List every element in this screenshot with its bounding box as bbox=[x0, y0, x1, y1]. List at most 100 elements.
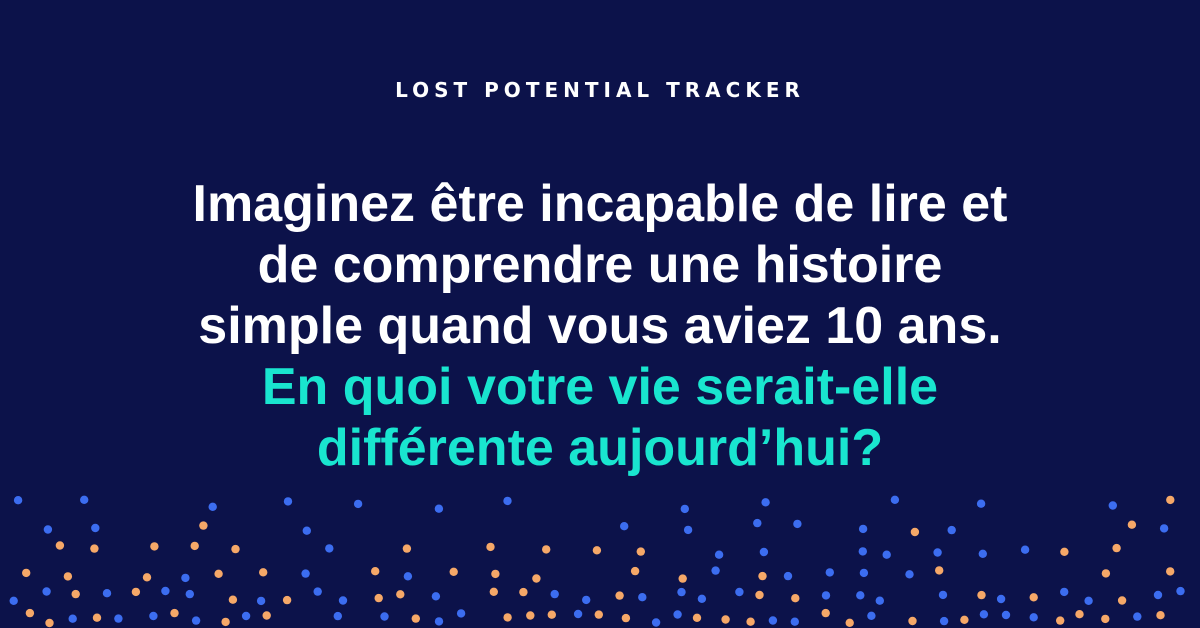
decorative-dot bbox=[761, 498, 770, 507]
decorative-dot bbox=[456, 609, 466, 618]
social-card: LOST POTENTIAL TRACKER Imaginez être inc… bbox=[0, 0, 1200, 628]
decorative-dot bbox=[301, 569, 310, 578]
decorative-dot bbox=[282, 595, 292, 605]
decorative-dot bbox=[214, 569, 223, 578]
decorative-dot bbox=[1127, 520, 1137, 529]
decorative-dot bbox=[651, 618, 661, 627]
decorative-dot bbox=[753, 518, 762, 528]
decorative-dot bbox=[25, 608, 35, 618]
decorative-dot bbox=[905, 570, 914, 579]
decorative-dot bbox=[615, 591, 624, 600]
decorative-dot bbox=[45, 618, 54, 628]
decorative-dot bbox=[673, 610, 682, 619]
decorative-dot bbox=[1117, 596, 1127, 605]
decorative-dot bbox=[338, 596, 348, 605]
decorative-dot bbox=[149, 611, 158, 621]
decorative-dot bbox=[402, 544, 412, 553]
decorative-dot bbox=[793, 519, 802, 529]
decorative-dot bbox=[396, 590, 405, 599]
decorative-dot bbox=[933, 548, 942, 557]
decorative-dot bbox=[746, 617, 755, 626]
decorative-dot bbox=[150, 542, 159, 551]
decorative-dot bbox=[380, 612, 389, 621]
decorative-dot bbox=[825, 568, 834, 577]
decorative-dot bbox=[42, 587, 51, 596]
decorative-dot bbox=[858, 547, 867, 556]
decorative-dot bbox=[856, 591, 865, 600]
decorative-dot bbox=[979, 610, 989, 619]
decorative-dot bbox=[199, 521, 208, 530]
decorative-dot bbox=[977, 590, 986, 600]
decorative-dot bbox=[403, 572, 413, 581]
decorative-dot bbox=[859, 568, 869, 578]
decorative-dot bbox=[678, 574, 687, 583]
decorative-dot bbox=[1056, 616, 1065, 625]
decorative-dot bbox=[503, 496, 512, 506]
decorative-dot bbox=[80, 495, 89, 504]
decorative-dot bbox=[241, 611, 251, 621]
decorative-dot bbox=[131, 587, 141, 597]
headline-line-2: de comprendre une histoire bbox=[257, 236, 943, 294]
decorative-dot bbox=[302, 526, 311, 535]
decorative-dot bbox=[231, 544, 240, 554]
decorative-dot bbox=[697, 594, 707, 603]
decorative-dot bbox=[259, 568, 268, 577]
decorative-dot bbox=[374, 593, 383, 603]
decorative-dot bbox=[759, 547, 769, 557]
decorative-dot bbox=[620, 522, 629, 531]
decorative-dot bbox=[1108, 501, 1118, 510]
decorative-dot bbox=[680, 504, 689, 514]
decorative-dot bbox=[755, 590, 764, 600]
headline-line-1: Imaginez être incapable de lire et bbox=[192, 175, 1008, 233]
decorative-dot bbox=[185, 589, 194, 599]
decorative-dot bbox=[768, 616, 778, 625]
decorative-dot bbox=[283, 497, 293, 506]
decorative-dot bbox=[858, 524, 868, 534]
decorative-dot bbox=[22, 568, 31, 578]
decorative-dot bbox=[1060, 587, 1069, 597]
decorative-dot bbox=[1029, 593, 1038, 602]
decorative-dot bbox=[683, 525, 693, 535]
decorative-dot bbox=[503, 613, 512, 622]
decorative-dot bbox=[71, 589, 80, 599]
decorative-dot bbox=[161, 586, 170, 596]
decorative-dot bbox=[1001, 610, 1011, 620]
decorative-dot bbox=[573, 609, 583, 619]
decorative-dot bbox=[621, 613, 631, 623]
decorative-dot bbox=[735, 587, 744, 597]
decorative-dot bbox=[939, 616, 949, 626]
decorative-dot bbox=[325, 544, 334, 553]
decorative-dot bbox=[486, 542, 495, 552]
decorative-dot bbox=[208, 502, 217, 511]
decorative-dot bbox=[9, 596, 18, 605]
decorative-dot bbox=[692, 613, 702, 622]
decorative-dot bbox=[431, 592, 441, 601]
decorative-dot bbox=[714, 550, 724, 559]
headline-accent-line-2: différente aujourd’hui? bbox=[316, 419, 884, 477]
decorative-dot bbox=[1156, 611, 1165, 620]
decorative-dot bbox=[91, 523, 100, 533]
decorative-dot bbox=[1029, 613, 1038, 622]
decorative-dot bbox=[890, 495, 900, 504]
decorative-dot bbox=[845, 618, 854, 627]
decorative-dot bbox=[976, 499, 986, 508]
decorative-dot bbox=[821, 591, 831, 600]
decorative-dot bbox=[542, 545, 551, 554]
decorative-dot bbox=[875, 596, 884, 605]
decorative-dot bbox=[711, 566, 720, 575]
decorative-dot bbox=[90, 544, 99, 553]
decorative-dot bbox=[1101, 569, 1111, 578]
decorative-dot bbox=[638, 593, 647, 602]
decorative-dot bbox=[908, 616, 917, 626]
decorative-dot bbox=[582, 595, 591, 605]
decorative-dot bbox=[721, 615, 730, 624]
headline-line-3: simple quand vous aviez 10 ans. bbox=[198, 297, 1002, 355]
decorative-dot bbox=[142, 573, 152, 582]
decorative-dot bbox=[636, 547, 645, 556]
decorative-dot bbox=[960, 615, 969, 624]
headline: Imaginez être incapable de lire et de co… bbox=[0, 174, 1200, 479]
decorative-dot bbox=[1060, 547, 1069, 556]
decorative-dot bbox=[262, 611, 271, 620]
decorative-dot bbox=[1084, 596, 1093, 605]
decorative-dot bbox=[1166, 567, 1175, 576]
